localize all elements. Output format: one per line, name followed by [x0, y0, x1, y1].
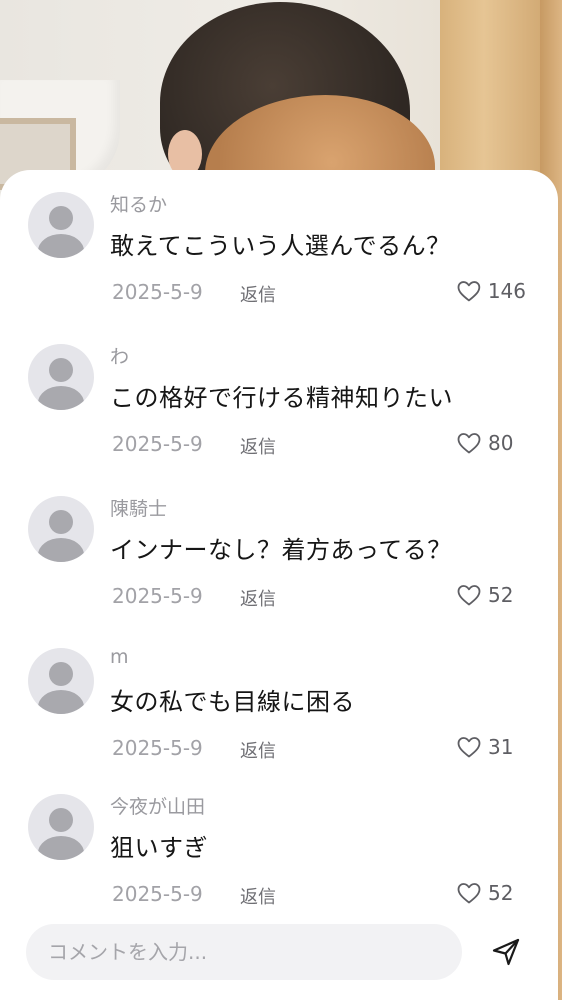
avatar-head-shape	[49, 510, 73, 534]
comment-date: 2025-5-9	[112, 882, 203, 906]
comment-username[interactable]: 知るか	[110, 190, 167, 217]
default-avatar-icon[interactable]	[28, 344, 94, 410]
comment-input[interactable]	[26, 924, 462, 980]
like-count: 52	[488, 881, 514, 905]
like-button[interactable]: 146	[456, 276, 526, 306]
avatar-head-shape	[49, 808, 73, 832]
avatar-body-shape	[38, 538, 84, 562]
send-button[interactable]	[486, 932, 526, 972]
comment-item: m 女の私でも目線に困る 2025-5-9 返信 31	[0, 646, 558, 778]
heart-icon	[457, 585, 481, 606]
like-count: 52	[488, 583, 514, 607]
comment-username[interactable]: m	[110, 646, 129, 668]
comment-username[interactable]: 陳騎士	[110, 494, 167, 521]
reply-button[interactable]: 返信	[240, 883, 276, 909]
heart-icon	[457, 433, 481, 454]
comment-date: 2025-5-9	[112, 280, 203, 304]
comment-text: 狙いすぎ	[110, 834, 208, 862]
default-avatar-icon[interactable]	[28, 648, 94, 714]
avatar-body-shape	[38, 690, 84, 714]
comment-item: 今夜が山田 狙いすぎ 2025-5-9 返信 52	[0, 794, 558, 924]
comment-text: この格好で行ける精神知りたい	[110, 384, 453, 412]
comment-item: わ この格好で行ける精神知りたい 2025-5-9 返信 80	[0, 344, 558, 474]
reply-button[interactable]: 返信	[240, 281, 276, 307]
comments-sheet: 知るか 敢えてこういう人選んでるん？ 2025-5-9 返信 146 わ この格…	[0, 170, 558, 1000]
reply-button[interactable]: 返信	[240, 433, 276, 459]
like-button[interactable]: 80	[456, 428, 526, 458]
default-avatar-icon[interactable]	[28, 496, 94, 562]
comment-username[interactable]: 今夜が山田	[110, 792, 205, 819]
avatar-body-shape	[38, 386, 84, 410]
reply-button[interactable]: 返信	[240, 737, 276, 763]
heart-icon	[457, 737, 481, 758]
avatar-head-shape	[49, 206, 73, 230]
comment-item: 知るか 敢えてこういう人選んでるん？ 2025-5-9 返信 146	[0, 192, 558, 322]
like-count: 146	[487, 279, 526, 303]
avatar-head-shape	[49, 358, 73, 382]
like-count: 31	[488, 735, 514, 759]
comment-date: 2025-5-9	[112, 736, 203, 760]
send-icon	[492, 938, 520, 966]
avatar-head-shape	[49, 662, 73, 686]
default-avatar-icon[interactable]	[28, 192, 94, 258]
heart-icon	[457, 281, 481, 302]
comment-item: 陳騎士 インナーなし？着方あってる？ 2025-5-9 返信 52	[0, 496, 558, 626]
heart-icon	[457, 883, 481, 904]
comment-text: インナーなし？着方あってる？	[110, 536, 452, 564]
default-avatar-icon[interactable]	[28, 794, 94, 860]
like-button[interactable]: 52	[456, 580, 526, 610]
avatar-body-shape	[38, 234, 84, 258]
comment-username[interactable]: わ	[110, 342, 129, 369]
comment-date: 2025-5-9	[112, 432, 203, 456]
like-button[interactable]: 52	[456, 878, 526, 908]
comment-date: 2025-5-9	[112, 584, 203, 608]
reply-button[interactable]: 返信	[240, 585, 276, 611]
comment-text: 女の私でも目線に困る	[110, 688, 355, 716]
like-count: 80	[488, 431, 514, 455]
avatar-body-shape	[38, 836, 84, 860]
comment-text: 敢えてこういう人選んでるん？	[110, 232, 451, 260]
like-button[interactable]: 31	[456, 732, 526, 762]
